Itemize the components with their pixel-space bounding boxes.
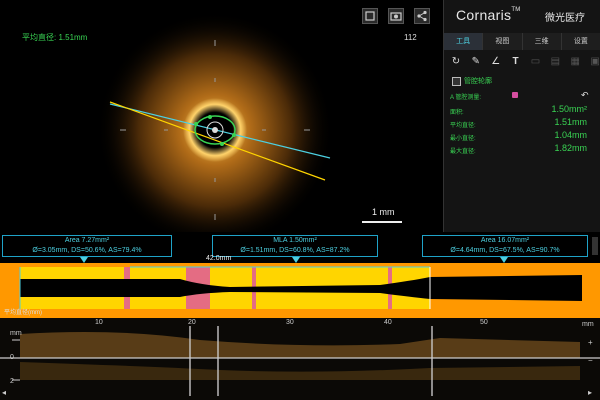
measurement-row-area: 面积: 1.50mm² [450,104,595,117]
checkbox[interactable] [452,76,461,86]
measurement-value: 1.50mm² [551,104,587,114]
measurement-row-avg-diameter: 平均直径: 1.51mm [450,117,595,130]
copy-icon[interactable]: ▦ [569,56,581,68]
camera-icon[interactable] [388,8,404,24]
annotation-detail: Ø=3.05mm, DS=50.6%, AS=79.4% [32,247,142,254]
scale-bar [362,221,402,223]
annotation-title: Area 16.07mm² [480,237,530,244]
longitudinal-view[interactable] [0,318,600,400]
measure-icon[interactable]: ▭ [530,56,542,68]
avg-diameter-overlay: 平均直径: 1.51mm [22,33,88,42]
tab-3d[interactable]: 三维 [522,33,562,50]
delete-icon[interactable]: ▤ [549,56,561,68]
lumen-profile[interactable]: 42.0mm [0,255,600,318]
annotation-title: Area 7.27mm² [64,237,110,244]
profile-axis-label: 平均直径(mm) [4,310,42,316]
rotate-icon[interactable]: ↻ [450,56,462,68]
measurement-value: 1.51mm [554,117,587,127]
ruler-unit: mm [582,321,594,328]
annotation-right-reference[interactable]: Area 16.07mm² Ø=4.64mm, DS=67.5%, AS=90.… [422,235,588,257]
ruler-tick: 10 [95,319,103,326]
annotation-detail: Ø=1.51mm, DS=60.8%, AS=87.2% [240,247,350,254]
brand-logo: CornarisTM [456,7,521,23]
length-ruler: 10 20 30 40 50 [0,318,600,330]
ruler-tick: 50 [480,319,488,326]
oct-cross-section-viewer[interactable]: 平均直径: 1.51mm 112 1 mm [0,0,440,232]
tab-view[interactable]: 视图 [483,33,523,50]
scroll-left-icon[interactable]: ◂ [2,388,11,397]
measurement-row-max-diameter: 最大直径: 1.82mm [450,143,595,156]
export-icon[interactable]: ▣ [589,56,600,68]
lumen-contour-toggle[interactable]: 管腔轮廓 [452,76,492,86]
scale-bar-label: 1 mm [372,207,395,217]
y-axis-tick: 2 [10,378,14,385]
annotation-detail: Ø=4.64mm, DS=67.5%, AS=90.7% [450,247,560,254]
brand-tm: TM [511,7,521,13]
pen-icon[interactable]: ✎ [470,56,482,68]
annotation-title: MLA 1.50mm² [273,237,317,244]
brand-chinese-name: 微光医疗 [545,13,585,24]
ruler-tick: 30 [286,319,294,326]
segment-length-label: 42.0mm [206,255,232,262]
expand-icon[interactable] [362,8,378,24]
angle-icon[interactable]: ∠ [490,56,502,68]
scroll-right-icon[interactable]: ▸ [588,388,597,397]
undo-icon[interactable]: ↶ [581,90,589,101]
brand-name: Cornaris [456,7,512,23]
lumen-contour-label: 管腔轮廓 [464,78,492,85]
measurement-value: 1.04mm [554,130,587,140]
measurement-label: 最小直径: [450,136,476,142]
measurement-header: A 管腔测量: [450,95,482,101]
ruler-tick: 40 [384,319,392,326]
tab-tools[interactable]: 工具 [444,33,484,50]
measurement-label: 平均直径: [450,123,476,129]
measurement-row-min-diameter: 最小直径: 1.04mm [450,130,595,143]
strip-scroll-handle[interactable] [592,237,598,255]
zoom-out-icon[interactable]: − [588,356,597,365]
y-axis-unit: mm [10,330,22,337]
right-panel: CornarisTM 微光医疗 工具 视图 三维 设置 ↻ ✎ ∠ T ▭ ▤ … [443,0,600,232]
text-icon[interactable]: T [510,56,522,68]
measurement-label: 最大直径: [450,149,476,155]
annotation-left-reference[interactable]: Area 7.27mm² Ø=3.05mm, DS=50.6%, AS=79.4… [2,235,172,257]
zoom-in-icon[interactable]: + [588,338,597,347]
tab-settings[interactable]: 设置 [561,33,600,50]
share-icon[interactable] [414,8,430,24]
annotation-strip: Area 7.27mm² Ø=3.05mm, DS=50.6%, AS=79.4… [0,233,600,263]
y-axis-tick: 0 [10,354,14,361]
annotation-mla[interactable]: MLA 1.50mm² Ø=1.51mm, DS=60.8%, AS=87.2% [212,235,378,257]
panel-tabs: 工具 视图 三维 设置 [444,33,600,50]
lock-icon[interactable] [512,92,518,98]
ruler-tick: 20 [188,319,196,326]
frame-number: 112 [404,33,417,42]
tool-row: ↻ ✎ ∠ T ▭ ▤ ▦ ▣ [444,52,600,72]
measurement-value: 1.82mm [554,143,587,153]
measurement-label: 面积: [450,110,464,116]
